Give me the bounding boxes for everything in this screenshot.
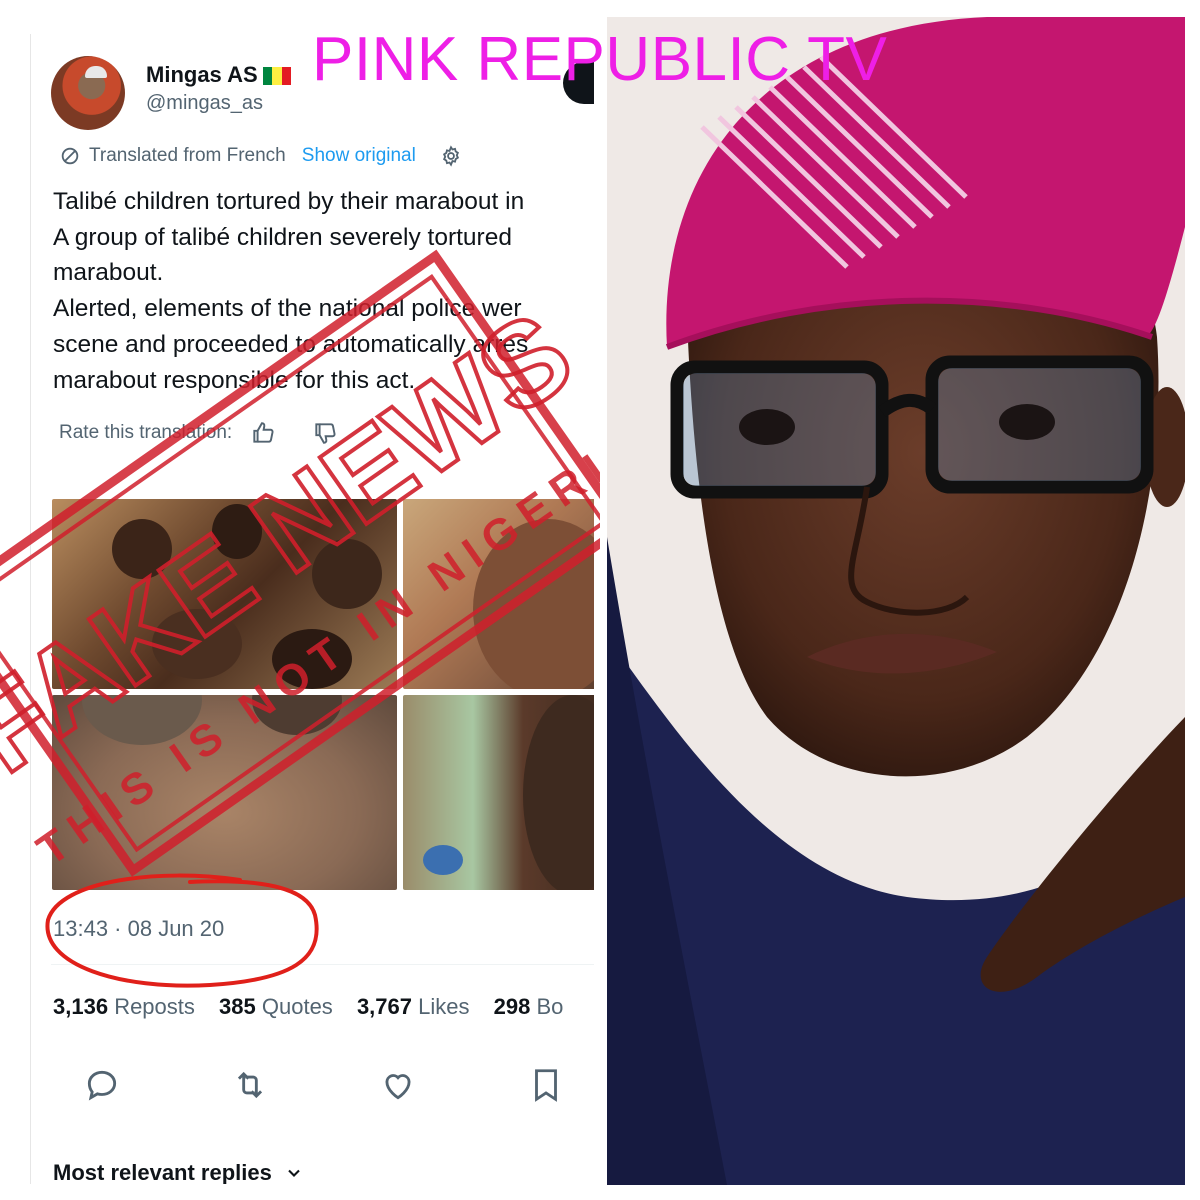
tweet-photo[interactable] xyxy=(403,499,594,689)
bookmark-icon xyxy=(535,1069,557,1102)
gear-icon[interactable] xyxy=(440,145,462,167)
tweet-photo[interactable] xyxy=(52,695,397,890)
channel-title: PINK REPUBLIC TV xyxy=(312,25,888,94)
reply-icon xyxy=(87,1070,117,1101)
thumbs-up-icon[interactable] xyxy=(250,420,276,446)
tweet-text-line: marabout responsible for this act. xyxy=(53,366,416,394)
thumbs-down-icon[interactable] xyxy=(312,420,338,446)
tweet-text-line: marabout. xyxy=(53,259,164,287)
show-original-link[interactable]: Show original xyxy=(302,145,416,167)
tweet-text-line: scene and proceeded to automatically arr… xyxy=(53,330,529,358)
tweet-photo[interactable] xyxy=(52,499,397,689)
tweet-photo[interactable] xyxy=(403,695,594,890)
repost-button[interactable] xyxy=(231,1066,269,1104)
translate-icon xyxy=(61,147,79,165)
tweet-card: Mingas AS @mingas_as Translated from Fre… xyxy=(30,34,594,1184)
action-bar xyxy=(83,1066,594,1106)
tweet-text-line: Alerted, elements of the national police… xyxy=(53,295,522,323)
timestamp-highlight-circle xyxy=(45,873,319,988)
avatar[interactable] xyxy=(51,56,125,130)
reply-button[interactable] xyxy=(83,1066,121,1104)
chevron-down-icon xyxy=(288,1169,300,1177)
portrait-photo xyxy=(607,17,1185,1185)
like-icon xyxy=(385,1074,411,1100)
portrait-illustration xyxy=(607,17,1185,1185)
tweet-text-line: A group of talibé children severely tort… xyxy=(53,223,512,251)
translation-row: Translated from French Show original xyxy=(59,142,470,170)
bookmarks-stat[interactable]: 298 Bo xyxy=(494,994,564,1019)
translation-note: Translated from French xyxy=(89,145,286,166)
likes-stat[interactable]: 3,767 Likes xyxy=(357,994,470,1019)
rate-translation-row: Rate this translation: xyxy=(59,420,338,446)
display-name[interactable]: Mingas AS xyxy=(146,62,258,88)
repost-icon xyxy=(237,1071,263,1099)
user-handle[interactable]: @mingas_as xyxy=(146,92,263,115)
replies-sort-label: Most relevant replies xyxy=(53,1160,272,1184)
tweet-text: Talibé children tortured by their marabo… xyxy=(53,184,594,398)
bookmark-button[interactable] xyxy=(527,1066,565,1104)
tweet-text-line: Talibé children tortured by their marabo… xyxy=(53,188,525,215)
senegal-flag-icon xyxy=(263,67,291,85)
replies-sort-dropdown[interactable]: Most relevant replies xyxy=(53,1160,304,1184)
rate-translation-label: Rate this translation: xyxy=(59,422,233,443)
like-button[interactable] xyxy=(379,1066,417,1104)
